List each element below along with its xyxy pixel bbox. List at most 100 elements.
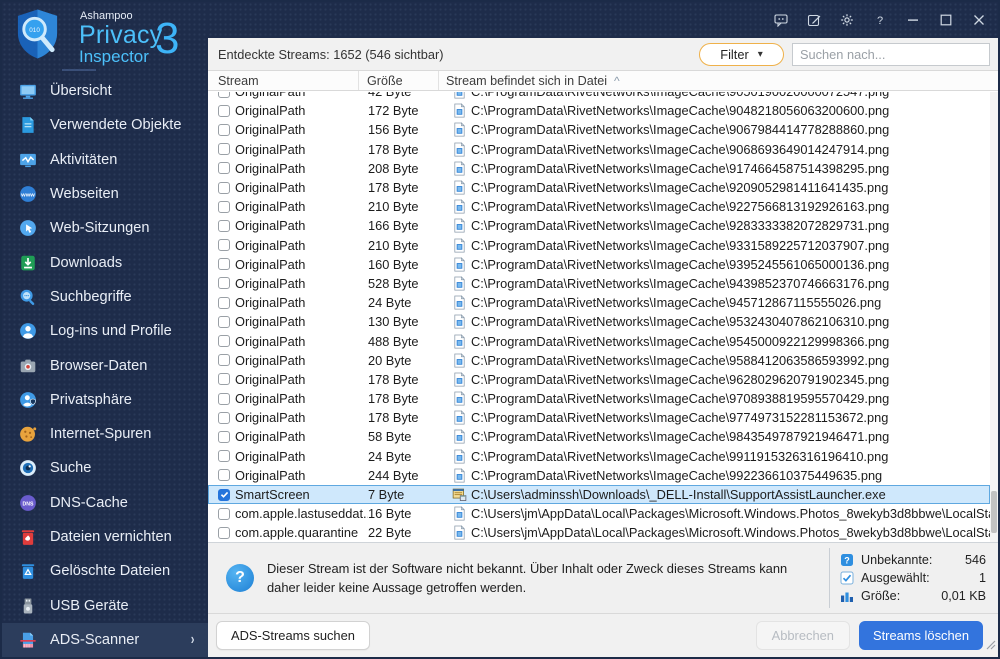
table-row[interactable]: OriginalPath 58 Byte C:\ProgramData\RivetN… [208, 427, 990, 446]
sidebar-item-webseiten[interactable]: www Webseiten [2, 177, 208, 211]
row-checkbox[interactable] [218, 200, 230, 213]
column-header-stream[interactable]: Stream [208, 71, 358, 90]
row-checkbox[interactable] [218, 335, 230, 348]
row-checkbox[interactable] [218, 239, 230, 252]
vertical-scrollbar[interactable] [990, 92, 998, 542]
table-row[interactable]: OriginalPath 24 Byte C:\ProgramData\RivetN… [208, 447, 990, 466]
table-row[interactable]: OriginalPath 208 Byte C:\ProgramData\Rivet… [208, 159, 990, 178]
table-row[interactable]: OriginalPath 178 Byte C:\ProgramData\Rivet… [208, 389, 990, 408]
stream-name: OriginalPath [235, 237, 306, 253]
stream-file-path: C:\ProgramData\RivetNetworks\ImageCache\… [471, 92, 990, 99]
stream-size: 210 Byte [368, 199, 419, 215]
column-header-size[interactable]: Größe [358, 71, 438, 90]
sidebar-item-übersicht[interactable]: Übersicht [2, 74, 208, 108]
delete-streams-button[interactable]: Streams löschen [858, 621, 983, 650]
row-checkbox[interactable] [218, 526, 230, 539]
row-checkbox[interactable] [218, 411, 230, 424]
sidebar-item-internet-spuren[interactable]: Internet-Spuren [2, 417, 208, 451]
row-checkbox[interactable] [218, 277, 230, 290]
sidebar-item-label: Internet-Spuren [50, 426, 152, 443]
sidebar-item-dateien-vernichten[interactable]: Dateien vernichten [2, 520, 208, 554]
table-row[interactable]: OriginalPath 172 Byte C:\ProgramData\Rivet… [208, 101, 990, 120]
sidebar-item-browser-daten[interactable]: Browser-Daten [2, 348, 208, 382]
image-file-icon [452, 237, 467, 253]
table-row[interactable]: SmartScreen 7 Byte C:\Users\adminssh\Downl… [208, 484, 990, 505]
search-input[interactable] [792, 42, 990, 66]
settings-icon[interactable] [836, 10, 857, 31]
sidebar-item-privatsphäre[interactable]: Privatsphäre [2, 383, 208, 417]
sidebar-item-dns-cache[interactable]: DNS DNS-Cache [2, 486, 208, 520]
sidebar-item-aktivitäten[interactable]: Aktivitäten [2, 143, 208, 177]
table-row[interactable]: OriginalPath 488 Byte C:\ProgramData\Rivet… [208, 331, 990, 350]
cancel-button[interactable]: Abbrechen [755, 621, 850, 650]
row-checkbox[interactable] [218, 219, 230, 232]
sidebar-item-usb-geräte[interactable]: USB Geräte [2, 588, 208, 622]
table-row[interactable]: OriginalPath 24 Byte C:\ProgramData\RivetN… [208, 293, 990, 312]
table-row[interactable]: OriginalPath 178 Byte C:\ProgramData\Rivet… [208, 408, 990, 427]
monitor-icon [19, 82, 37, 100]
stream-file-path: C:\ProgramData\RivetNetworks\ImageCache\… [471, 371, 890, 387]
row-checkbox[interactable] [218, 373, 230, 386]
sidebar-item-gelöschte-dateien[interactable]: Gelöschte Dateien [2, 554, 208, 588]
stream-name-cell: OriginalPath [218, 238, 368, 253]
sidebar-item-label: Log-ins und Profile [50, 323, 172, 340]
row-checkbox[interactable] [218, 92, 230, 98]
edit-icon[interactable] [803, 10, 824, 31]
sidebar-item-suchbegriffe[interactable]: Suchbegriffe [2, 280, 208, 314]
row-checkbox[interactable] [218, 354, 230, 367]
table-row[interactable]: OriginalPath 178 Byte C:\ProgramData\Rivet… [208, 140, 990, 159]
row-checkbox[interactable] [218, 507, 230, 520]
filter-button[interactable]: Filter ▾ [699, 42, 784, 66]
row-checkbox[interactable] [218, 143, 230, 156]
table-row[interactable]: OriginalPath 210 Byte C:\ProgramData\Rivet… [208, 236, 990, 255]
scrollbar-thumb[interactable] [991, 491, 997, 533]
table-row[interactable]: com.apple.quarantine 22 Byte C:\Users\jm\A… [208, 523, 990, 542]
table-row[interactable]: OriginalPath 20 Byte C:\ProgramData\RivetN… [208, 351, 990, 370]
table-row[interactable]: OriginalPath 178 Byte C:\ProgramData\Rivet… [208, 178, 990, 197]
row-checkbox[interactable] [218, 104, 230, 117]
maximize-icon[interactable] [935, 10, 956, 31]
resize-grip[interactable] [986, 637, 996, 655]
row-checkbox[interactable] [218, 123, 230, 136]
help-icon[interactable]: ? [869, 10, 890, 31]
stream-size: 178 Byte [368, 410, 419, 426]
feedback-icon[interactable] [770, 10, 791, 31]
close-icon[interactable] [968, 10, 989, 31]
row-checkbox[interactable] [218, 469, 230, 482]
stream-size: 156 Byte [368, 122, 419, 138]
row-checkbox[interactable] [218, 315, 230, 328]
ads-scanner-icon [19, 631, 37, 649]
stream-size: 20 Byte [368, 352, 412, 368]
table-row[interactable]: OriginalPath 244 Byte C:\ProgramData\Rivet… [208, 466, 990, 485]
sidebar-item-verwendete-objekte[interactable]: Verwendete Objekte [2, 108, 208, 142]
product-version: 3 [155, 14, 180, 63]
table-row[interactable]: OriginalPath 178 Byte C:\ProgramData\Rivet… [208, 370, 990, 389]
row-checkbox[interactable] [218, 181, 230, 194]
sidebar-item-log-ins-und-profile[interactable]: Log-ins und Profile [2, 314, 208, 348]
minimize-icon[interactable] [902, 10, 923, 31]
sidebar-item-ads-scanner[interactable]: ADS-Scanner › [2, 622, 208, 657]
table-row[interactable]: com.apple.lastuseddat... 16 Byte C:\Users\… [208, 504, 990, 523]
row-checkbox[interactable] [218, 488, 230, 501]
table-row[interactable]: OriginalPath 528 Byte C:\ProgramData\Rivet… [208, 274, 990, 293]
sidebar-item-suche[interactable]: Suche [2, 451, 208, 485]
sidebar-item-web-sitzungen[interactable]: Web-Sitzungen [2, 211, 208, 245]
row-checkbox[interactable] [218, 430, 230, 443]
row-checkbox[interactable] [218, 162, 230, 175]
stream-name: OriginalPath [235, 391, 306, 407]
scan-ads-streams-button[interactable]: ADS-Streams suchen [216, 621, 370, 650]
svg-text:DNS: DNS [23, 501, 34, 507]
stat-row: ? Unbekannte: 546 [840, 553, 986, 567]
table-row[interactable]: OriginalPath 210 Byte C:\ProgramData\Rivet… [208, 197, 990, 216]
table-row[interactable]: OriginalPath 42 Byte C:\ProgramData\RivetN… [208, 92, 990, 101]
sidebar-item-downloads[interactable]: Downloads [2, 245, 208, 279]
row-checkbox[interactable] [218, 450, 230, 463]
table-row[interactable]: OriginalPath 166 Byte C:\ProgramData\Rivet… [208, 216, 990, 235]
row-checkbox[interactable] [218, 296, 230, 309]
table-row[interactable]: OriginalPath 130 Byte C:\ProgramData\Rivet… [208, 312, 990, 331]
row-checkbox[interactable] [218, 258, 230, 271]
column-header-path[interactable]: Stream befindet sich in Datei ^ [438, 71, 998, 90]
table-row[interactable]: OriginalPath 160 Byte C:\ProgramData\Rivet… [208, 255, 990, 274]
row-checkbox[interactable] [218, 392, 230, 405]
table-row[interactable]: OriginalPath 156 Byte C:\ProgramData\Rivet… [208, 120, 990, 139]
